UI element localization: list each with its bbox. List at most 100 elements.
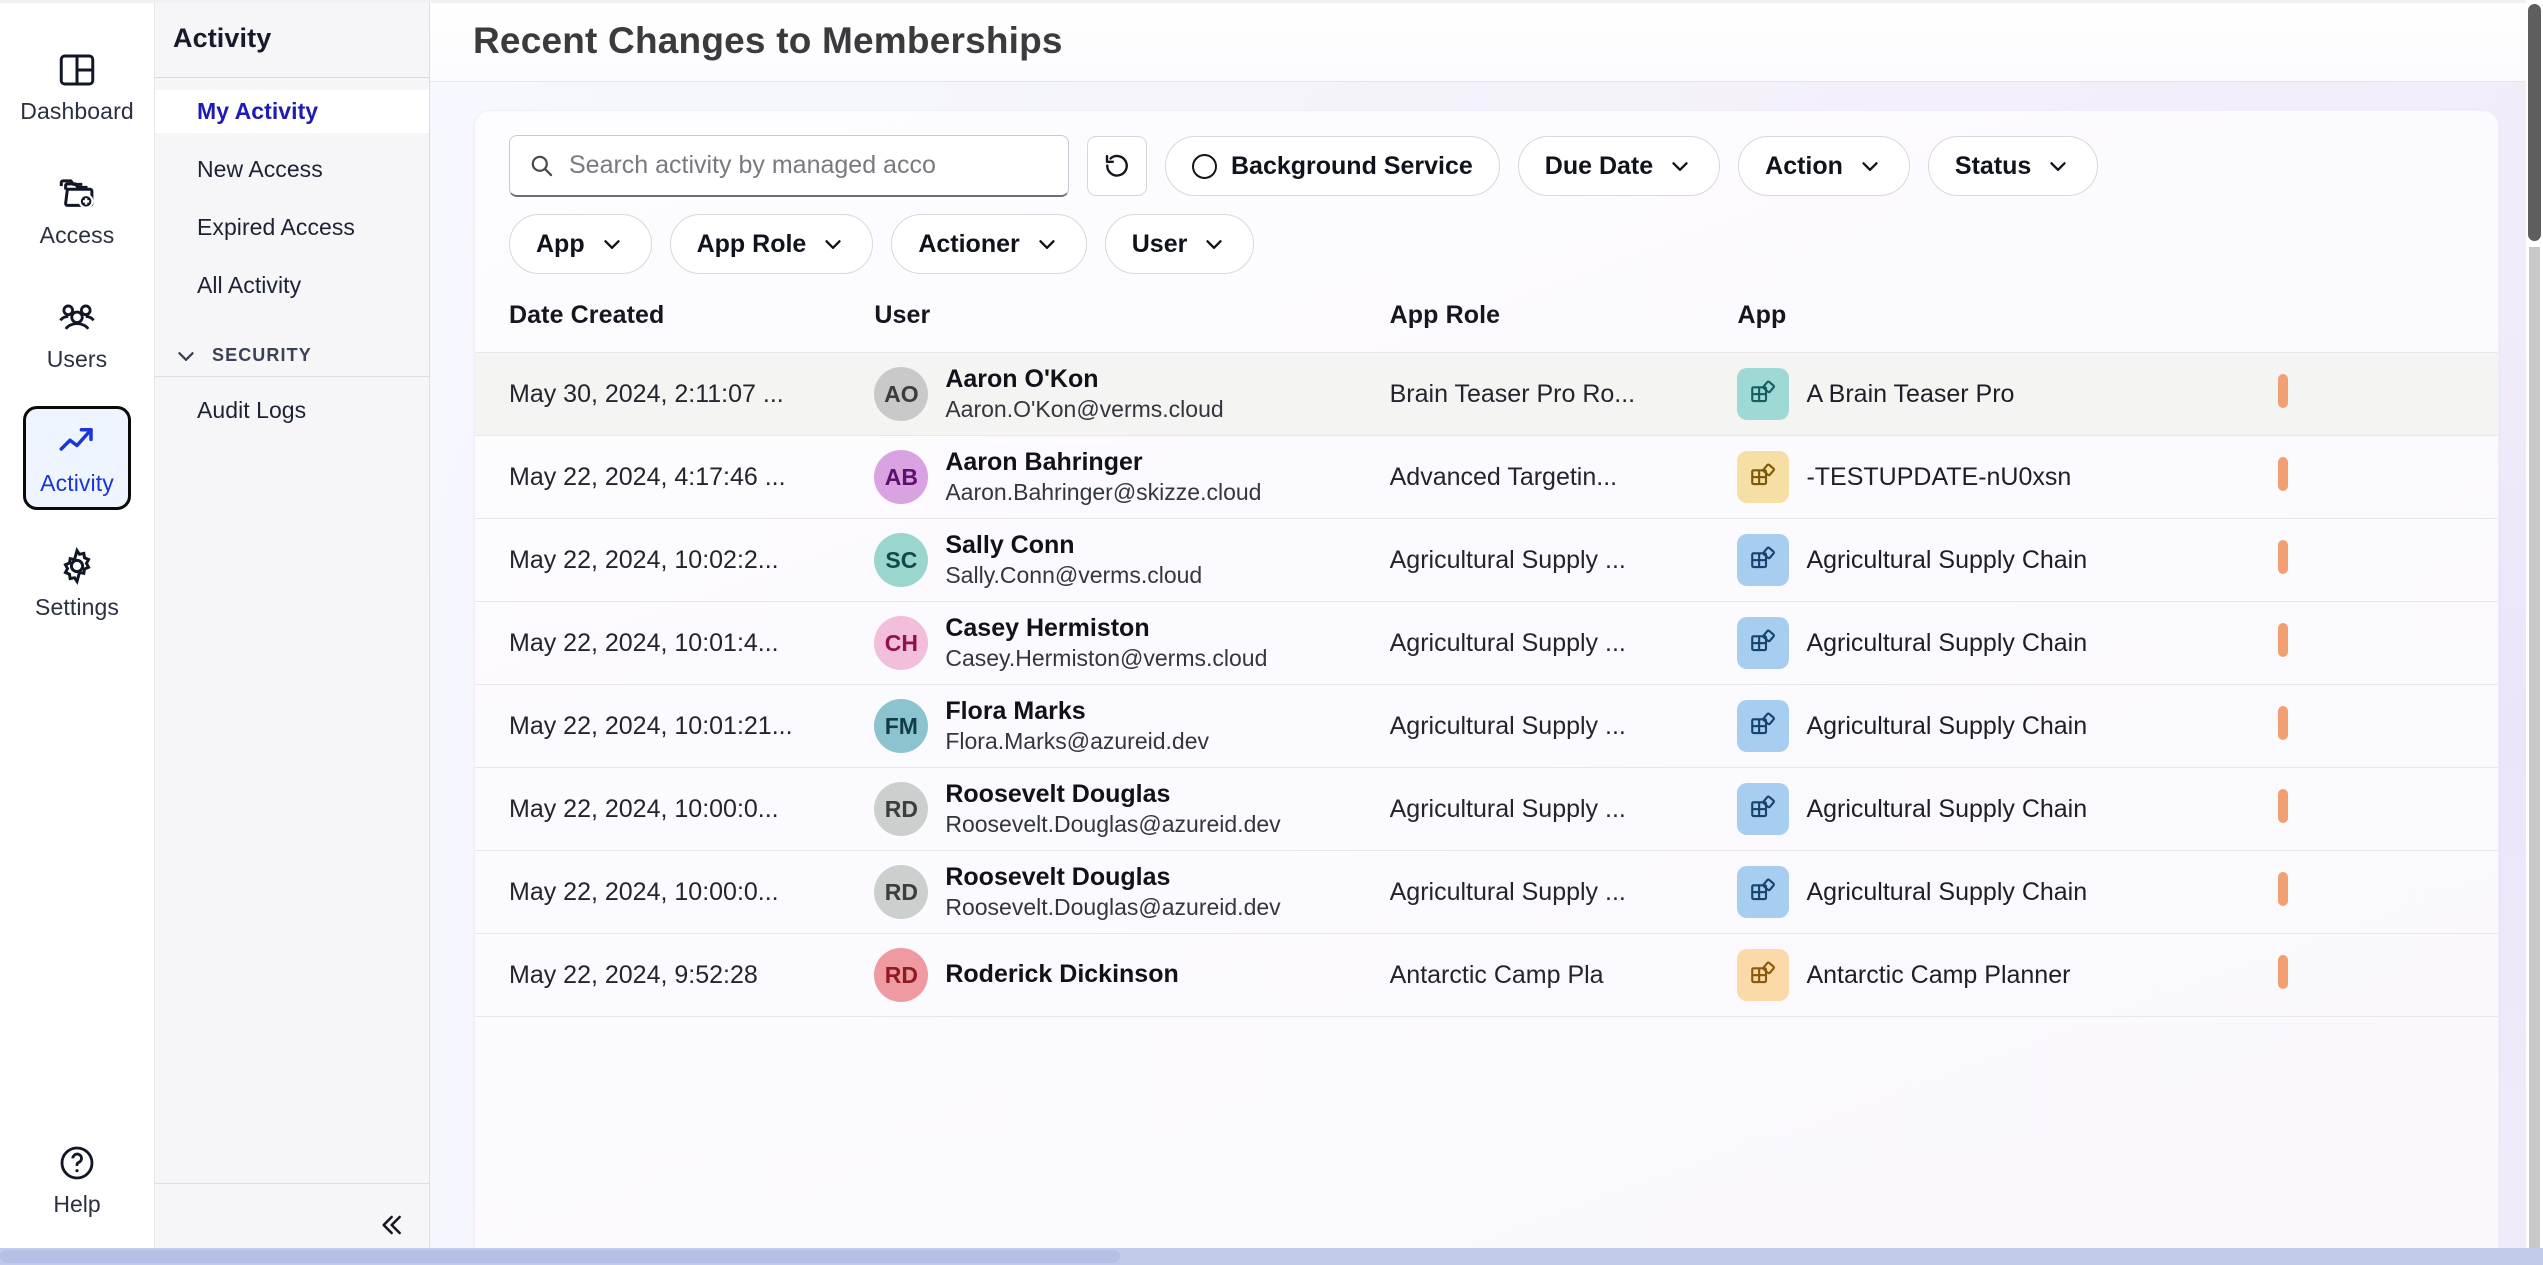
radio-unchecked-icon — [1192, 153, 1217, 179]
cell-user: SC Sally Conn Sally.Conn@verms.cloud — [874, 518, 1390, 602]
user-email: Aaron.Bahringer@skizze.cloud — [945, 479, 1262, 505]
filter-chip-label: Background Service — [1231, 151, 1473, 180]
table-row[interactable]: May 22, 2024, 10:00:0... RD Roosevelt Doug… — [475, 767, 2498, 851]
sidebar-item-label: Audit Logs — [197, 397, 307, 423]
cell-app: A Brain Teaser Pro — [1737, 352, 2279, 436]
table-header-row: Date Created User App Role App — [475, 291, 2498, 353]
secondary-sidebar: Activity My Activity New Access Expired … — [155, 0, 430, 1265]
user-name: Casey Hermiston — [945, 614, 1150, 642]
rail-item-help[interactable]: Help — [23, 1127, 131, 1231]
vertical-scrollbar-thumb[interactable] — [2528, 4, 2541, 241]
gear-icon — [56, 544, 98, 588]
rail-item-access[interactable]: Access — [23, 158, 131, 262]
cell-action — [2278, 435, 2498, 519]
rail-item-dashboard[interactable]: Dashboard — [20, 34, 134, 138]
rail-item-label: Access — [39, 221, 115, 248]
table-row[interactable]: May 22, 2024, 10:01:4... CH Casey Hermisto… — [475, 601, 2498, 685]
table-row[interactable]: May 30, 2024, 2:11:07 ... AO Aaron O'Kon Aa… — [475, 352, 2498, 436]
user-name: Aaron Bahringer — [945, 448, 1143, 476]
user-email: Aaron.O'Kon@verms.cloud — [945, 396, 1224, 422]
sidebar-item-expired-access[interactable]: Expired Access — [155, 206, 429, 249]
filter-chip-label: App Role — [696, 229, 807, 258]
filter-chip-app-role[interactable]: App Role — [669, 214, 874, 274]
user-email: Casey.Hermiston@verms.cloud — [945, 645, 1268, 671]
app-root: Dashboard Access Users Activity Settings… — [0, 0, 2543, 1265]
cell-date-created: May 22, 2024, 9:52:28 — [475, 933, 875, 1017]
table-row[interactable]: May 22, 2024, 10:01:21... FM Flora Marks Fl… — [475, 684, 2498, 768]
cell-app: Agricultural Supply Chain — [1737, 850, 2279, 934]
filter-chip-status[interactable]: Status — [1927, 136, 2099, 196]
activity-table-scroll[interactable]: Date Created User App Role App May 30, 2… — [475, 291, 2498, 1230]
horizontal-scrollbar-thumb[interactable] — [0, 1250, 1120, 1263]
cell-app: Agricultural Supply Chain — [1737, 684, 2279, 768]
filter-chip-label: Action — [1765, 151, 1843, 180]
app-name: Agricultural Supply Chain — [1806, 711, 2088, 740]
rail-item-users[interactable]: Users — [23, 282, 131, 386]
search-input-wrapper[interactable] — [509, 135, 1069, 197]
filter-chip-due-date[interactable]: Due Date — [1517, 136, 1721, 196]
access-folder-plus-icon — [56, 172, 98, 216]
sidebar-item-new-access[interactable]: New Access — [155, 148, 429, 191]
avatar: RD — [874, 948, 929, 1002]
app-role-text: Agricultural Supply ... — [1389, 877, 1626, 906]
page-header: Recent Changes to Memberships — [430, 0, 2543, 82]
table-row[interactable]: May 22, 2024, 10:02:2... SC Sally Conn Sall… — [475, 518, 2498, 602]
cell-app: Agricultural Supply Chain — [1737, 767, 2279, 851]
user-email: Roosevelt.Douglas@azureid.dev — [945, 811, 1281, 837]
cell-action — [2278, 518, 2498, 602]
date-created-text: May 22, 2024, 9:52:28 — [509, 960, 758, 989]
sidebar-header-gap — [155, 78, 429, 90]
cell-app: Antarctic Camp Planner — [1737, 933, 2279, 1017]
filter-chip-app[interactable]: App — [509, 214, 652, 274]
filter-chip-label: Actioner — [918, 229, 1020, 258]
column-header-action[interactable] — [2278, 291, 2498, 353]
rail-item-settings[interactable]: Settings — [23, 530, 131, 634]
column-header-app[interactable]: App — [1737, 291, 2278, 353]
vertical-scrollbar-track[interactable] — [2529, 247, 2540, 1265]
action-badge — [2278, 456, 2289, 491]
cell-app-role: Agricultural Supply ... — [1389, 601, 1738, 685]
app-blocks-icon — [1737, 617, 1790, 669]
sidebar-item-label: My Activity — [197, 98, 319, 124]
filter-chip-action[interactable]: Action — [1738, 136, 1910, 196]
table-row[interactable]: May 22, 2024, 4:17:46 ... AB Aaron Bahring… — [475, 435, 2498, 519]
search-input[interactable] — [569, 151, 1050, 180]
rail-item-label: Activity — [40, 469, 114, 496]
cell-date-created: May 22, 2024, 10:01:4... — [475, 601, 875, 685]
app-blocks-icon — [1737, 451, 1790, 503]
filter-chip-background-service[interactable]: Background Service — [1165, 136, 1500, 196]
column-header-user[interactable]: User — [874, 291, 1389, 353]
chevron-double-left-icon[interactable] — [375, 1209, 407, 1241]
sidebar-item-my-activity[interactable]: My Activity — [155, 90, 429, 133]
avatar: AB — [874, 450, 929, 504]
refresh-button[interactable] — [1087, 136, 1147, 196]
rail-item-activity[interactable]: Activity — [23, 406, 131, 510]
app-role-text: Agricultural Supply ... — [1389, 711, 1626, 740]
app-blocks-icon — [1737, 368, 1790, 420]
table-row[interactable]: May 22, 2024, 9:52:28 RD Roderick Dickinso… — [475, 933, 2498, 1017]
app-blocks-icon — [1737, 866, 1790, 918]
sidebar-group-security[interactable]: SECURITY — [155, 335, 429, 377]
horizontal-scrollbar[interactable] — [0, 1248, 2543, 1265]
sidebar-item-audit-logs[interactable]: Audit Logs — [155, 389, 429, 432]
cell-app-role: Advanced Targetin... — [1389, 435, 1738, 519]
user-name: Aaron O'Kon — [945, 365, 1099, 393]
filter-chip-user[interactable]: User — [1104, 214, 1255, 274]
date-created-text: May 22, 2024, 10:00:0... — [509, 877, 779, 906]
column-header-date-created[interactable]: Date Created — [475, 291, 874, 353]
cell-user: AB Aaron Bahringer Aaron.Bahringer@skizze.… — [874, 435, 1390, 519]
app-blocks-icon — [1737, 949, 1790, 1001]
cell-app: Agricultural Supply Chain — [1737, 518, 2279, 602]
column-header-app-role[interactable]: App Role — [1390, 291, 1738, 353]
table-row[interactable]: May 22, 2024, 10:00:0... RD Roosevelt Doug… — [475, 850, 2498, 934]
vertical-scrollbar[interactable] — [2526, 0, 2543, 1265]
app-role-text: Antarctic Camp Pla — [1389, 960, 1604, 989]
app-blocks-icon — [1737, 534, 1790, 586]
rail-item-label: Dashboard — [20, 97, 134, 124]
filter-chip-actioner[interactable]: Actioner — [891, 214, 1087, 274]
date-created-text: May 22, 2024, 10:01:21... — [509, 711, 793, 740]
cell-user: CH Casey Hermiston Casey.Hermiston@verms.c… — [874, 601, 1390, 685]
sidebar-item-all-activity[interactable]: All Activity — [155, 264, 429, 307]
